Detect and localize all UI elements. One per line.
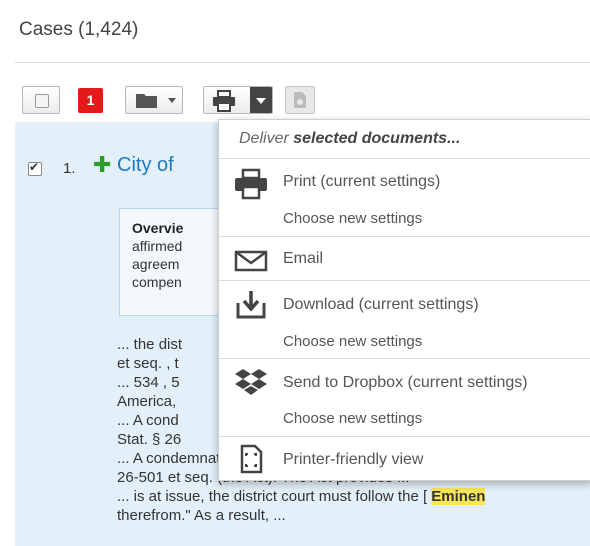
menu-item-label: Send to Dropbox (current settings)	[283, 374, 528, 391]
menu-divider	[219, 280, 590, 281]
menu-item-sublabel: Choose new settings	[283, 333, 423, 350]
positive-treatment-icon[interactable]: ✚	[93, 152, 111, 178]
dropbox-icon	[235, 369, 267, 395]
results-panel: Cases (1,424) 1 1. ✚ City of q Overviea …	[15, 12, 590, 546]
menu-item-label: Email	[283, 250, 324, 267]
printer-icon	[213, 90, 235, 112]
select-all-checkbox[interactable]	[22, 86, 60, 114]
overview-line: affirmed	[132, 238, 183, 254]
chevron-down-icon	[168, 98, 176, 103]
overview-line: agreem	[132, 256, 180, 272]
menu-divider	[219, 158, 590, 159]
download-tray-icon	[236, 291, 266, 319]
page-title: Cases (1,424)	[19, 19, 139, 40]
folder-menu-button[interactable]	[125, 86, 183, 114]
menu-item-label: Download (current settings)	[283, 296, 479, 313]
menu-item-printer-friendly[interactable]: Printer-friendly view	[219, 444, 590, 474]
menu-item-print-settings[interactable]: Choose new settings	[219, 207, 590, 233]
snippet-line: therefrom." As a result, ...	[117, 507, 286, 524]
menu-item-dropbox-settings[interactable]: Choose new settings	[219, 407, 590, 433]
result-number: 1.	[63, 160, 76, 177]
overview-line: compen	[132, 274, 182, 290]
menu-divider	[219, 436, 590, 437]
menu-item-download[interactable]: Download (current settings)	[219, 291, 590, 319]
menu-item-label: Print (current settings)	[283, 173, 441, 190]
menu-divider	[219, 358, 590, 359]
menu-item-email[interactable]: Email	[219, 247, 590, 273]
envelope-icon	[234, 250, 268, 272]
menu-item-sublabel: Choose new settings	[283, 210, 423, 227]
result-title-link[interactable]: City of	[117, 154, 174, 177]
result-checkbox[interactable]	[28, 160, 42, 176]
snippet-line: ... is at issue, the district court must…	[117, 488, 486, 505]
menu-item-dropbox[interactable]: Send to Dropbox (current settings)	[219, 369, 590, 397]
printer-icon	[235, 168, 267, 200]
menu-item-print[interactable]: Print (current settings)	[219, 168, 590, 200]
menu-item-sublabel: Choose new settings	[283, 410, 423, 427]
save-button[interactable]	[285, 86, 315, 114]
menu-divider	[219, 236, 590, 237]
term-highlight: Eminen	[431, 488, 486, 505]
divider	[15, 62, 590, 63]
deliver-dropdown-menu: Deliver selected documents... Print (cur…	[218, 119, 590, 481]
document-view-icon	[240, 444, 263, 474]
overview-label: Overvie	[132, 220, 184, 236]
menu-item-download-settings[interactable]: Choose new settings	[219, 330, 590, 356]
menu-item-label: Printer-friendly view	[283, 451, 424, 468]
folder-icon	[136, 94, 157, 108]
save-document-icon	[294, 92, 306, 108]
print-dropdown-toggle[interactable]	[250, 87, 272, 113]
print-menu-button[interactable]	[203, 86, 273, 114]
menu-heading: Deliver selected documents...	[239, 130, 461, 147]
selected-count-badge[interactable]: 1	[78, 88, 103, 113]
